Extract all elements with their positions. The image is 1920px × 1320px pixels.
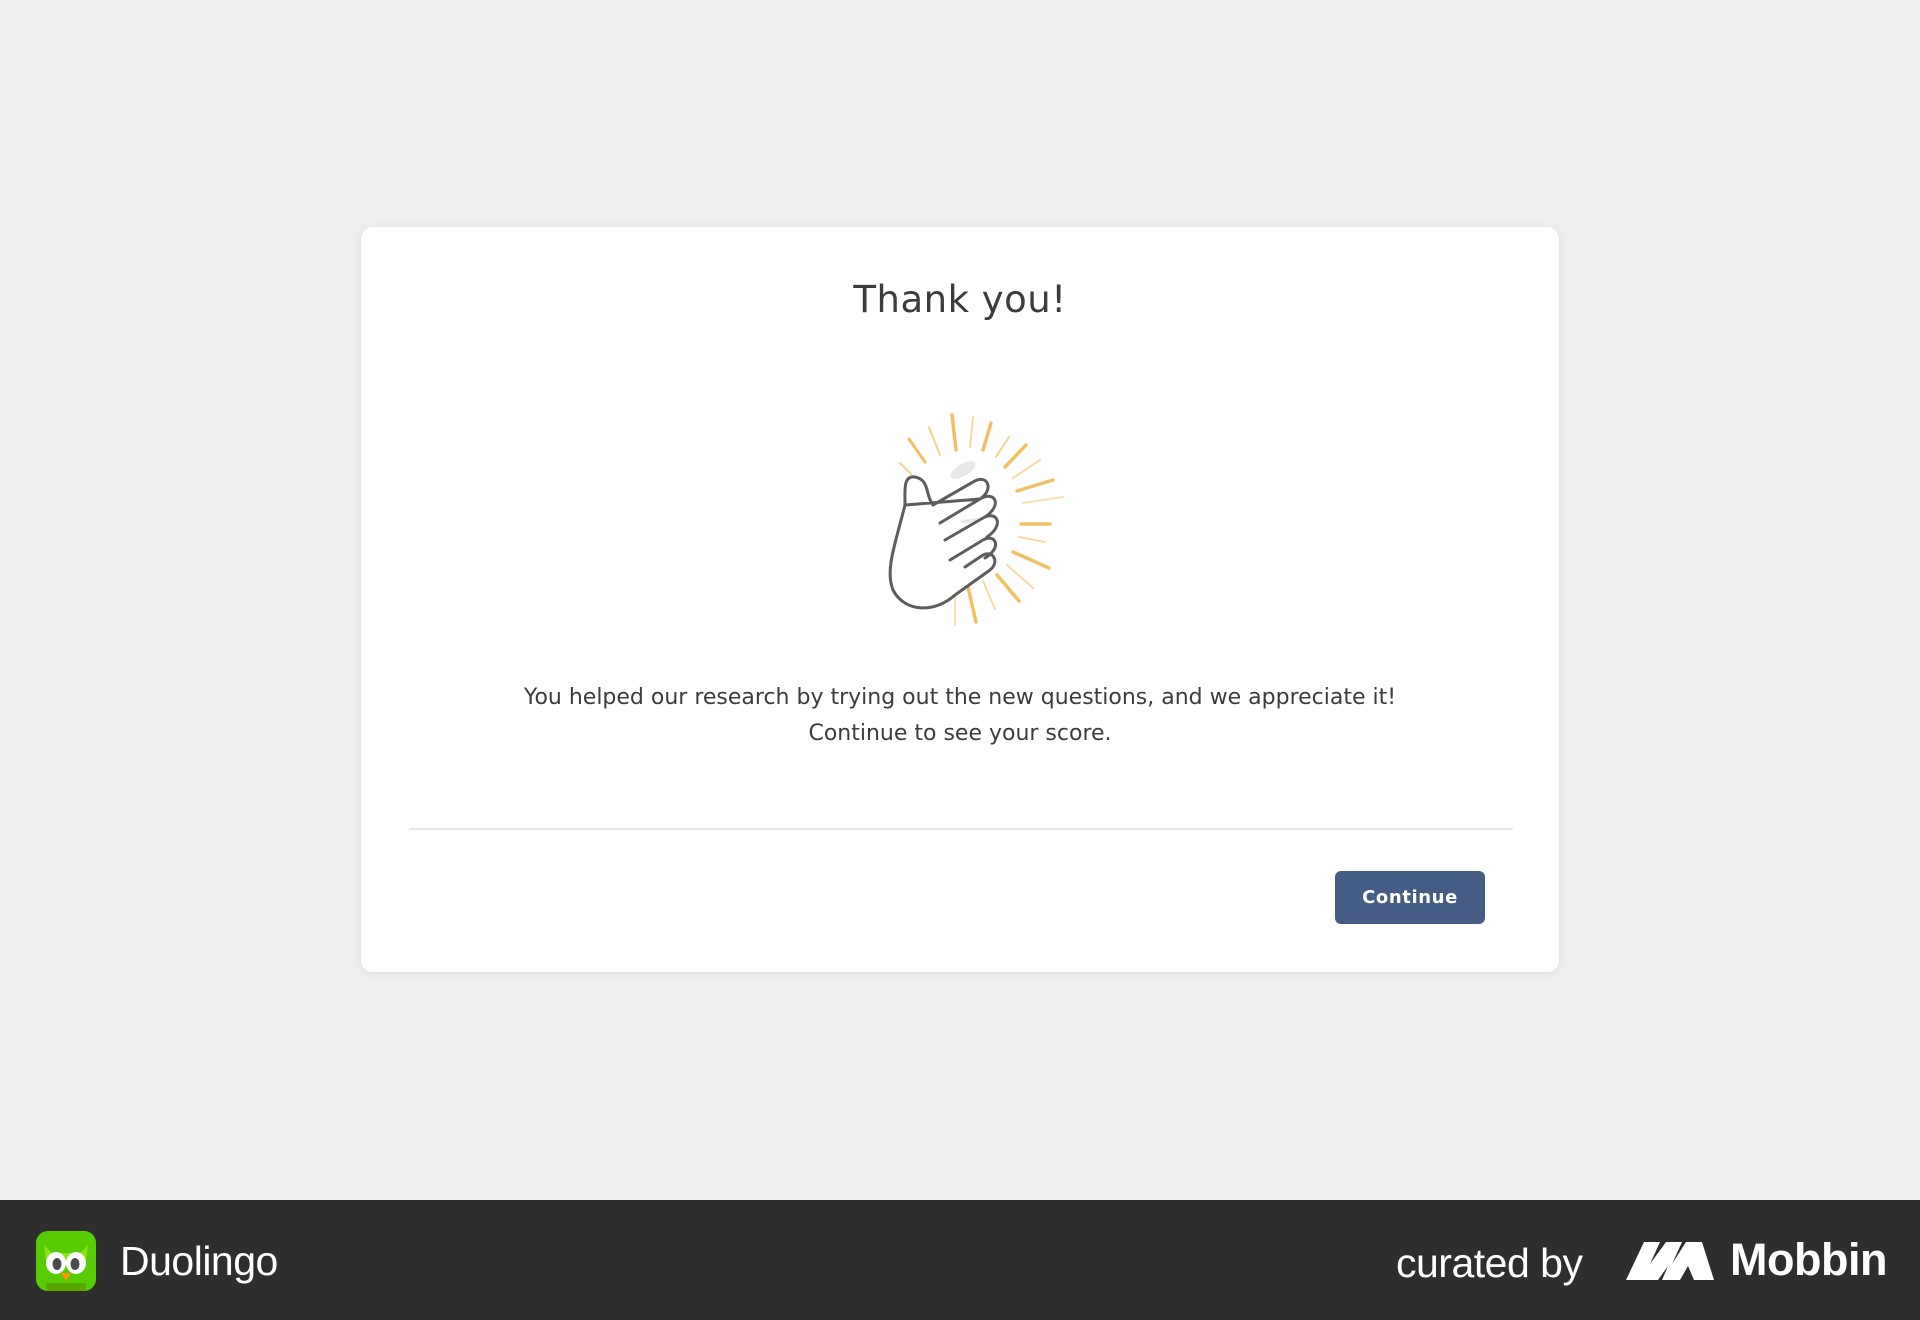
clapping-hands-icon bbox=[845, 405, 1075, 630]
footer-curated-by: curated by bbox=[1396, 1240, 1583, 1286]
mobbin-logo-icon bbox=[1626, 1238, 1714, 1282]
footer-curator-name: Mobbin bbox=[1730, 1234, 1887, 1285]
footer-bar: Duolingo curated by Mobbin bbox=[0, 1200, 1920, 1320]
footer-app-name: Duolingo bbox=[120, 1238, 278, 1284]
page-background: Thank you! You helped our research by tr… bbox=[0, 0, 1920, 1200]
dialog-divider bbox=[409, 828, 1513, 830]
dialog-title: Thank you! bbox=[853, 278, 1067, 321]
continue-button[interactable]: Continue bbox=[1335, 871, 1485, 924]
duolingo-owl-icon bbox=[36, 1231, 96, 1291]
dialog-message: You helped our research by trying out th… bbox=[523, 685, 1397, 746]
